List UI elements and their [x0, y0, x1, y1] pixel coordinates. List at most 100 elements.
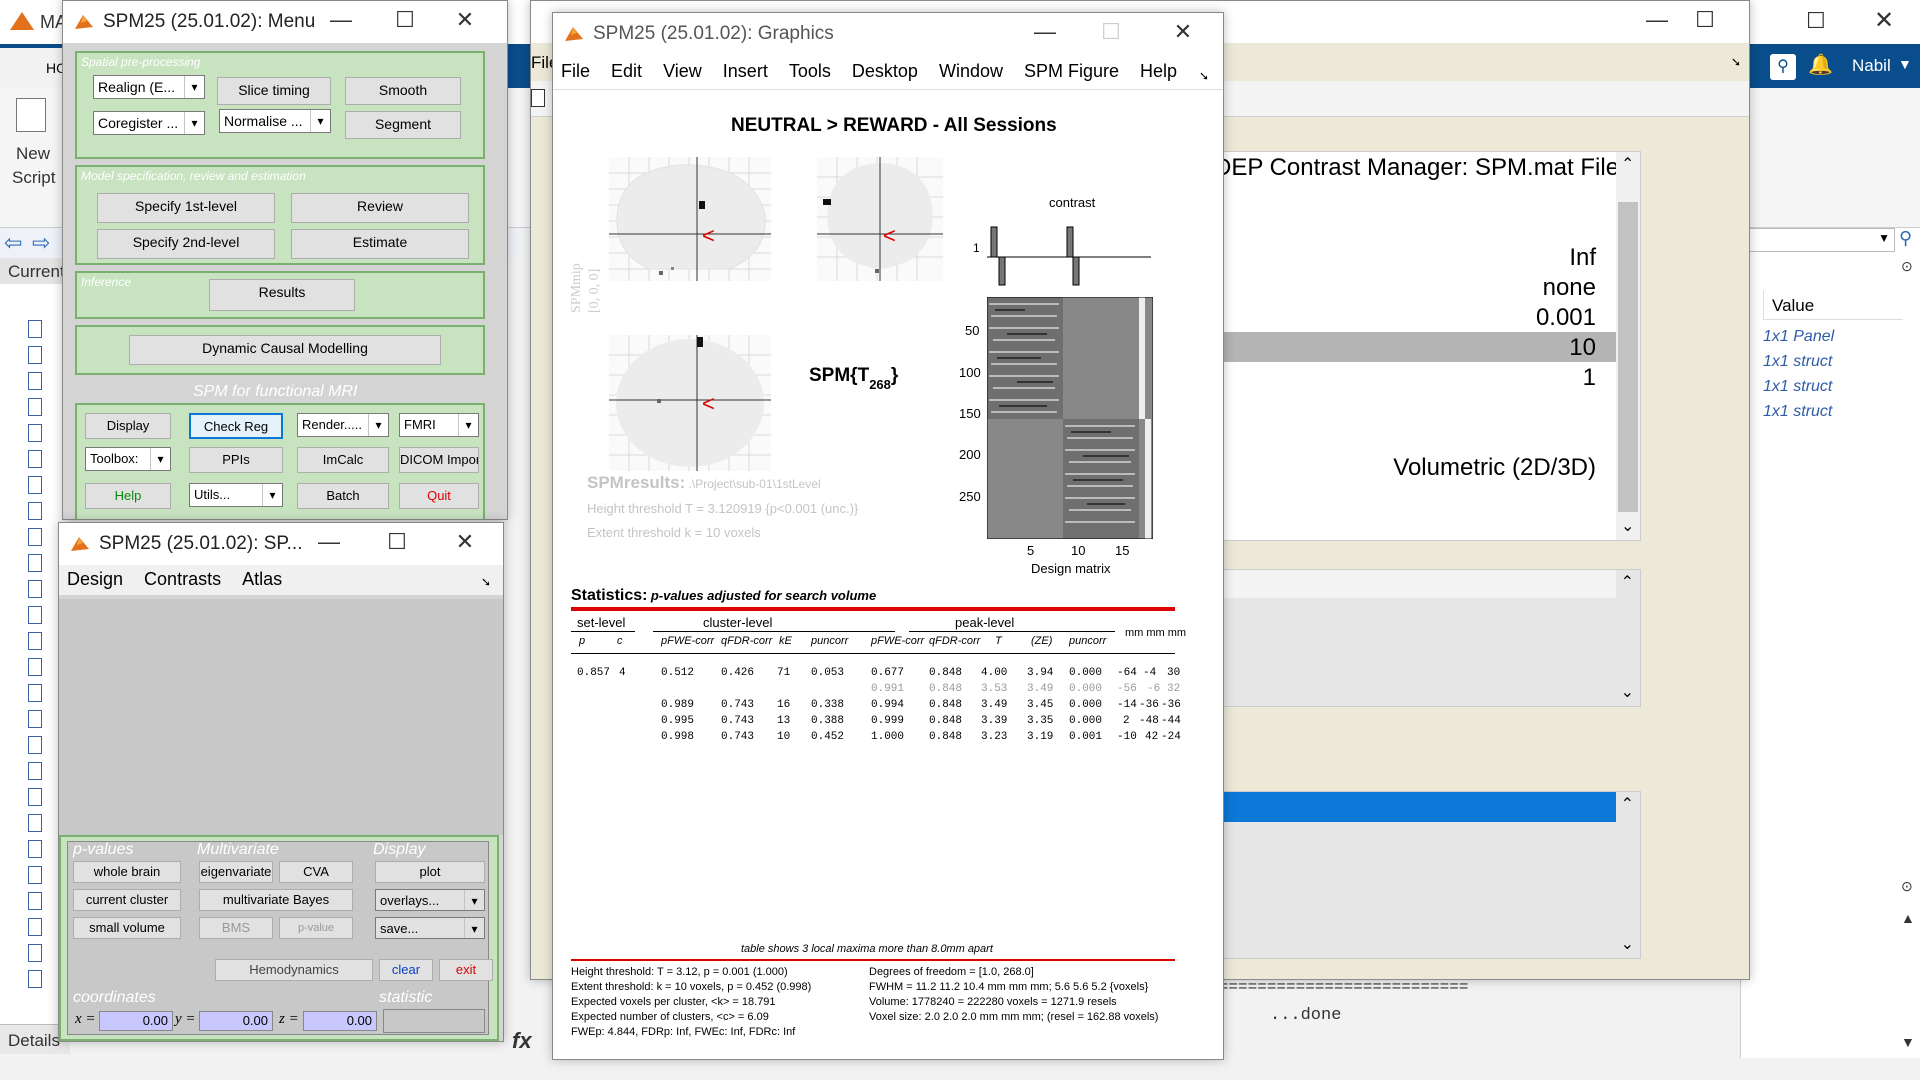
manager-value[interactable]: 1 — [1583, 364, 1596, 392]
quit-button[interactable]: Quit — [399, 483, 479, 509]
menu-tools[interactable]: Tools — [781, 57, 839, 86]
file-row[interactable] — [28, 840, 42, 858]
slice-timing-button[interactable]: Slice timing — [217, 77, 331, 105]
bell-icon[interactable]: 🔔 — [1808, 52, 1833, 77]
selected-item[interactable] — [1222, 792, 1616, 822]
manager-value[interactable]: 0.001 — [1536, 304, 1596, 332]
check-reg-button[interactable]: Check Reg — [189, 413, 283, 439]
matlab-close-icon[interactable]: ✕ — [1874, 6, 1894, 35]
maximize-icon[interactable]: ☐ — [379, 529, 415, 555]
scroll-down-icon[interactable]: ▼ — [1901, 1034, 1915, 1050]
smooth-button[interactable]: Smooth — [345, 77, 461, 105]
file-row[interactable] — [28, 944, 42, 962]
menu-contrasts[interactable]: Contrasts — [136, 565, 229, 594]
file-row[interactable] — [28, 918, 42, 936]
workspace-menu-icon[interactable]: ⊙ — [1901, 258, 1913, 275]
file-row[interactable] — [28, 372, 42, 390]
save-select[interactable]: save... ▾ — [375, 917, 485, 939]
new-figure-icon[interactable] — [531, 89, 545, 107]
maximize-icon[interactable]: ☐ — [1687, 7, 1723, 33]
dcm-button[interactable]: Dynamic Causal Modelling — [129, 335, 441, 365]
back-icon[interactable]: ⇦ — [4, 230, 22, 256]
imcalc-button[interactable]: ImCalc — [297, 447, 389, 473]
overlays-select[interactable]: overlays... ▾ — [375, 889, 485, 911]
dock-arrow-icon[interactable]: ➘ — [1191, 65, 1217, 87]
table-row[interactable]: 0.998 0.743 10 0.452 1.000 0.848 3.23 3.19 0.001… — [571, 731, 1181, 745]
menu-design[interactable]: Design — [59, 565, 131, 594]
menu-help[interactable]: Help — [1132, 57, 1185, 86]
forward-icon[interactable]: ⇨ — [32, 230, 50, 256]
render-select[interactable]: Render..... ▾ — [297, 413, 389, 437]
batch-button[interactable]: Batch — [297, 483, 389, 509]
minimize-icon[interactable]: — — [1027, 19, 1063, 45]
manager-value[interactable]: 10 — [1569, 334, 1596, 362]
clear-button[interactable]: clear — [379, 959, 433, 981]
realign-select[interactable]: Realign (E... ▾ — [93, 75, 205, 99]
minimize-icon[interactable]: — — [1639, 7, 1675, 33]
modality-select[interactable]: FMRI ▾ — [399, 413, 479, 437]
design-matrix[interactable] — [987, 297, 1153, 539]
file-row[interactable] — [28, 554, 42, 572]
scroll-down-icon[interactable]: ⌄ — [1621, 682, 1634, 702]
plot-button[interactable]: plot — [375, 861, 485, 883]
manager-value[interactable]: Inf — [1569, 244, 1596, 272]
estimate-button[interactable]: Estimate — [291, 229, 469, 259]
matlab-maximize-icon[interactable]: ☐ — [1806, 8, 1826, 34]
ppis-button[interactable]: PPIs — [189, 447, 283, 473]
specify-1st-level-button[interactable]: Specify 1st-level — [97, 193, 275, 223]
table-row[interactable]: 0.857 4 0.512 0.426 71 0.053 0.677 0.848 4.00 3.9… — [571, 667, 1180, 681]
mip-sagittal[interactable]: < — [609, 157, 771, 281]
new-script-icon[interactable] — [16, 98, 46, 132]
file-row[interactable] — [28, 762, 42, 780]
scroll-up-icon[interactable]: ⌃ — [1621, 572, 1634, 592]
new-script-label-2[interactable]: Script — [12, 168, 55, 188]
file-row[interactable] — [28, 346, 42, 364]
eigenvariate-button[interactable]: eigenvariate — [199, 861, 273, 883]
help-button[interactable]: Help — [85, 483, 171, 509]
file-row[interactable] — [28, 866, 42, 884]
mip-coronal[interactable]: < — [817, 157, 943, 281]
menu-spm-figure[interactable]: SPM Figure — [1016, 57, 1127, 86]
file-row[interactable] — [28, 892, 42, 910]
mip-axial[interactable]: < — [609, 335, 771, 471]
utils-select[interactable]: Utils... ▾ — [189, 483, 283, 507]
whole-brain-button[interactable]: whole brain — [73, 861, 181, 883]
file-row[interactable] — [28, 398, 42, 416]
menu-view[interactable]: View — [655, 57, 710, 86]
cva-button[interactable]: CVA — [279, 861, 353, 883]
menu-window[interactable]: Window — [931, 57, 1011, 86]
close-icon[interactable]: ✕ — [447, 7, 483, 33]
segment-button[interactable]: Segment — [345, 111, 461, 139]
coregister-select[interactable]: Coregister ... ▾ — [93, 111, 205, 135]
fx-icon[interactable]: fx — [512, 1028, 532, 1054]
file-row[interactable] — [28, 320, 42, 338]
file-row[interactable] — [28, 970, 42, 988]
table-row[interactable]: 0.995 0.743 13 0.388 0.999 0.848 3.39 3.35 0.000… — [571, 715, 1181, 729]
new-script-label-1[interactable]: New — [16, 144, 50, 164]
panel-menu-icon[interactable]: ⊙ — [1901, 878, 1913, 895]
file-row[interactable] — [28, 580, 42, 598]
table-row[interactable]: 0.991 0.848 3.53 3.49 0.000 -56 -6 32 — [571, 683, 1180, 697]
z-coordinate-input[interactable]: 0.00 — [303, 1011, 377, 1031]
hemodynamics-button[interactable]: Hemodynamics — [215, 959, 373, 981]
dicom-import-button[interactable]: DICOM Import — [399, 447, 479, 473]
minimize-icon[interactable]: — — [311, 529, 347, 555]
file-row[interactable] — [28, 658, 42, 676]
small-volume-button[interactable]: small volume — [73, 917, 181, 939]
dock-arrow-icon[interactable]: ➘ — [473, 571, 499, 593]
scroll-up-icon[interactable]: ▲ — [1901, 910, 1915, 926]
file-row[interactable] — [28, 606, 42, 624]
minimize-icon[interactable]: — — [323, 7, 359, 33]
file-row[interactable] — [28, 710, 42, 728]
menu-file[interactable]: File — [553, 57, 598, 86]
results-button[interactable]: Results — [209, 279, 355, 311]
close-icon[interactable]: ✕ — [447, 529, 483, 555]
exit-button[interactable]: exit — [439, 959, 493, 981]
current-cluster-button[interactable]: current cluster — [73, 889, 181, 911]
menu-edit[interactable]: Edit — [603, 57, 650, 86]
workspace-search-icon[interactable]: ⚲ — [1899, 228, 1912, 249]
menu-insert[interactable]: Insert — [715, 57, 776, 86]
scroll-up-icon[interactable]: ⌃ — [1621, 794, 1634, 814]
review-button[interactable]: Review — [291, 193, 469, 223]
user-chevron-icon[interactable]: ▼ — [1898, 56, 1912, 72]
